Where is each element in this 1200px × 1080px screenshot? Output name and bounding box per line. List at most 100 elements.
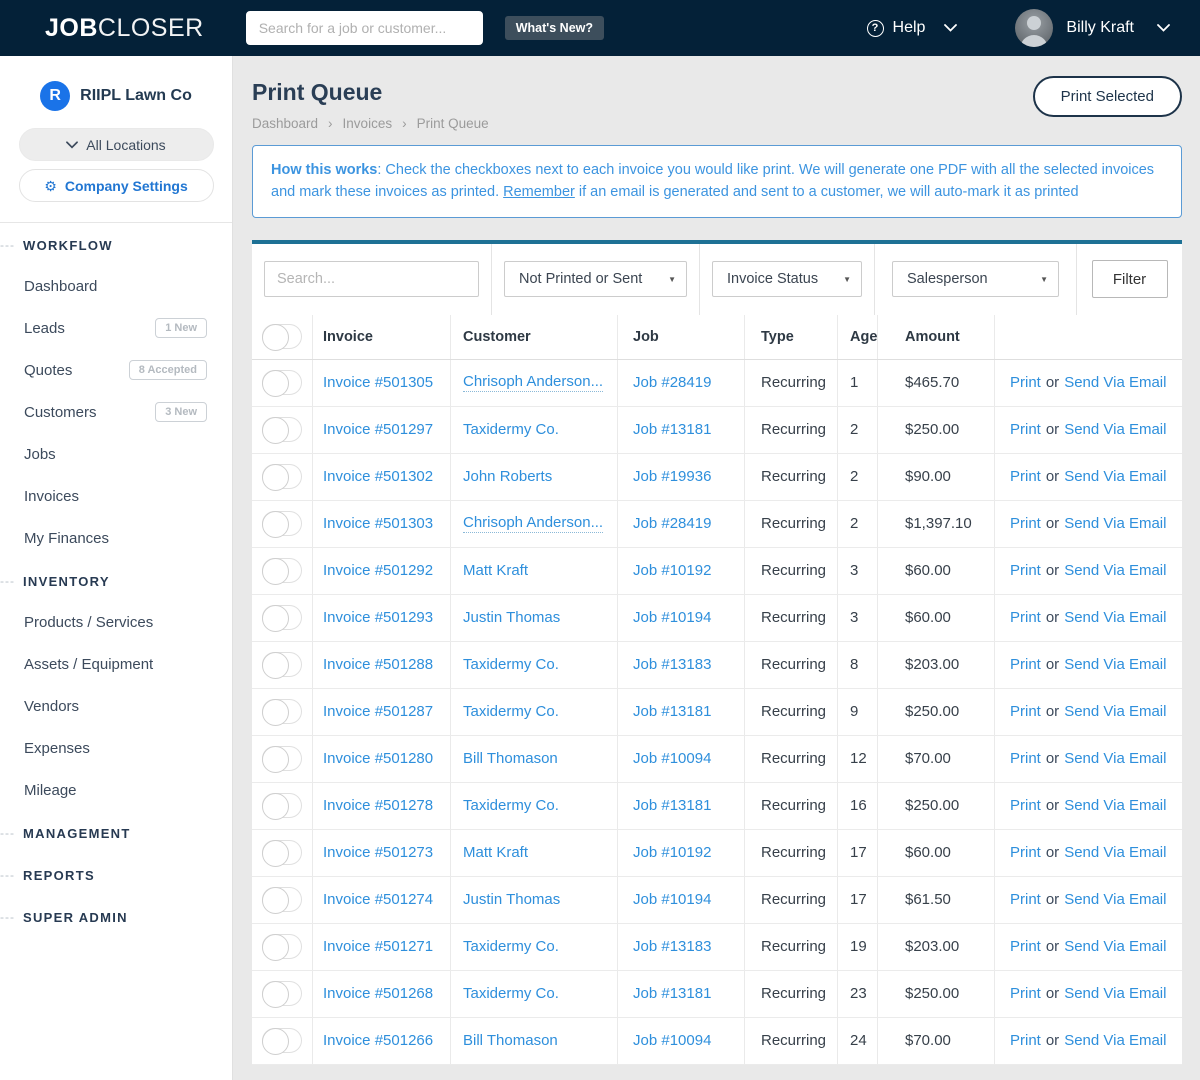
customer-link[interactable]: Matt Kraft	[463, 844, 528, 861]
invoice-link[interactable]: Invoice #501297	[323, 421, 433, 438]
print-selected-button[interactable]: Print Selected	[1032, 76, 1182, 117]
customer-link[interactable]: Taxidermy Co.	[463, 985, 559, 1002]
company-settings-button[interactable]: ⚙ Company Settings	[18, 169, 214, 202]
send-email-link[interactable]: Send Via Email	[1064, 374, 1166, 391]
row-select-toggle[interactable]	[262, 981, 302, 1009]
breadcrumb-dashboard[interactable]: Dashboard	[252, 116, 318, 131]
row-select-toggle[interactable]	[262, 370, 302, 398]
row-select-toggle[interactable]	[262, 840, 302, 868]
invoice-link[interactable]: Invoice #501278	[323, 797, 433, 814]
send-email-link[interactable]: Send Via Email	[1064, 1032, 1166, 1049]
print-link[interactable]: Print	[1010, 938, 1041, 955]
job-link[interactable]: Job #10192	[633, 844, 711, 861]
row-select-toggle[interactable]	[262, 1028, 302, 1056]
send-email-link[interactable]: Send Via Email	[1064, 609, 1166, 626]
breadcrumb-invoices[interactable]: Invoices	[343, 116, 393, 131]
sidebar-item-jobs[interactable]: Jobs	[24, 433, 232, 475]
locations-dropdown[interactable]: All Locations	[18, 128, 214, 161]
job-link[interactable]: Job #13181	[633, 985, 711, 1002]
print-link[interactable]: Print	[1010, 656, 1041, 673]
customer-link[interactable]: Taxidermy Co.	[463, 421, 559, 438]
job-link[interactable]: Job #10194	[633, 891, 711, 908]
sidebar-item-leads[interactable]: Leads 1 New	[24, 307, 232, 349]
print-link[interactable]: Print	[1010, 844, 1041, 861]
print-link[interactable]: Print	[1010, 797, 1041, 814]
print-link[interactable]: Print	[1010, 421, 1041, 438]
row-select-toggle[interactable]	[262, 417, 302, 445]
row-select-toggle[interactable]	[262, 746, 302, 774]
global-search-input[interactable]	[245, 11, 483, 45]
salesperson-select[interactable]: Salesperson ▼	[892, 261, 1059, 298]
print-link[interactable]: Print	[1010, 374, 1041, 391]
sidebar-item-invoices[interactable]: Invoices	[24, 475, 232, 517]
send-email-link[interactable]: Send Via Email	[1064, 891, 1166, 908]
sidebar-item-assets-equipment[interactable]: Assets / Equipment	[24, 643, 232, 685]
send-email-link[interactable]: Send Via Email	[1064, 515, 1166, 532]
job-link[interactable]: Job #13181	[633, 797, 711, 814]
select-all-toggle[interactable]	[262, 324, 302, 352]
invoice-link[interactable]: Invoice #501287	[323, 703, 433, 720]
send-email-link[interactable]: Send Via Email	[1064, 703, 1166, 720]
send-email-link[interactable]: Send Via Email	[1064, 938, 1166, 955]
job-link[interactable]: Job #10192	[633, 562, 711, 579]
job-link[interactable]: Job #10094	[633, 750, 711, 767]
invoice-link[interactable]: Invoice #501293	[323, 609, 433, 626]
sidebar-item-my-finances[interactable]: My Finances	[24, 517, 232, 559]
invoice-link[interactable]: Invoice #501302	[323, 468, 433, 485]
customer-link[interactable]: Bill Thomason	[463, 750, 558, 767]
sidebar-item-dashboard[interactable]: Dashboard	[24, 265, 232, 307]
invoice-link[interactable]: Invoice #501303	[323, 515, 433, 532]
job-link[interactable]: Job #13183	[633, 656, 711, 673]
row-select-toggle[interactable]	[262, 699, 302, 727]
invoice-link[interactable]: Invoice #501268	[323, 985, 433, 1002]
send-email-link[interactable]: Send Via Email	[1064, 468, 1166, 485]
print-link[interactable]: Print	[1010, 750, 1041, 767]
print-link[interactable]: Print	[1010, 609, 1041, 626]
customer-link[interactable]: Taxidermy Co.	[463, 703, 559, 720]
invoice-link[interactable]: Invoice #501274	[323, 891, 433, 908]
print-link[interactable]: Print	[1010, 891, 1041, 908]
print-link[interactable]: Print	[1010, 703, 1041, 720]
invoice-link[interactable]: Invoice #501266	[323, 1032, 433, 1049]
print-link[interactable]: Print	[1010, 515, 1041, 532]
customer-link[interactable]: Matt Kraft	[463, 562, 528, 579]
customer-link[interactable]: Chrisoph Anderson...	[463, 373, 604, 393]
app-logo[interactable]: JOBCLOSER	[45, 14, 204, 43]
send-email-link[interactable]: Send Via Email	[1064, 656, 1166, 673]
customer-link[interactable]: Taxidermy Co.	[463, 797, 559, 814]
customer-link[interactable]: Chrisoph Anderson...	[463, 514, 604, 534]
customer-link[interactable]: Taxidermy Co.	[463, 938, 559, 955]
sidebar-item-mileage[interactable]: Mileage	[24, 769, 232, 811]
row-select-toggle[interactable]	[262, 652, 302, 680]
sidebar-item-products-services[interactable]: Products / Services	[24, 601, 232, 643]
print-link[interactable]: Print	[1010, 1032, 1041, 1049]
row-select-toggle[interactable]	[262, 793, 302, 821]
customer-link[interactable]: Justin Thomas	[463, 891, 560, 908]
job-link[interactable]: Job #10094	[633, 1032, 711, 1049]
print-link[interactable]: Print	[1010, 985, 1041, 1002]
job-link[interactable]: Job #10194	[633, 609, 711, 626]
job-link[interactable]: Job #28419	[633, 515, 711, 532]
customer-link[interactable]: Justin Thomas	[463, 609, 560, 626]
user-menu[interactable]: Billy Kraft	[1015, 9, 1170, 47]
send-email-link[interactable]: Send Via Email	[1064, 844, 1166, 861]
invoice-status-select[interactable]: Invoice Status ▼	[712, 261, 862, 298]
sidebar-item-expenses[interactable]: Expenses	[24, 727, 232, 769]
print-link[interactable]: Print	[1010, 562, 1041, 579]
job-link[interactable]: Job #13181	[633, 421, 711, 438]
send-email-link[interactable]: Send Via Email	[1064, 985, 1166, 1002]
invoice-link[interactable]: Invoice #501273	[323, 844, 433, 861]
table-search-input[interactable]	[264, 261, 479, 298]
job-link[interactable]: Job #13183	[633, 938, 711, 955]
row-select-toggle[interactable]	[262, 605, 302, 633]
send-email-link[interactable]: Send Via Email	[1064, 562, 1166, 579]
invoice-link[interactable]: Invoice #501288	[323, 656, 433, 673]
sidebar-item-quotes[interactable]: Quotes 8 Accepted	[24, 349, 232, 391]
print-link[interactable]: Print	[1010, 468, 1041, 485]
help-menu[interactable]: ? Help	[866, 19, 958, 37]
row-select-toggle[interactable]	[262, 558, 302, 586]
customer-link[interactable]: Bill Thomason	[463, 1032, 558, 1049]
whats-new-badge[interactable]: What's New?	[504, 16, 605, 40]
job-link[interactable]: Job #13181	[633, 703, 711, 720]
sidebar-item-vendors[interactable]: Vendors	[24, 685, 232, 727]
